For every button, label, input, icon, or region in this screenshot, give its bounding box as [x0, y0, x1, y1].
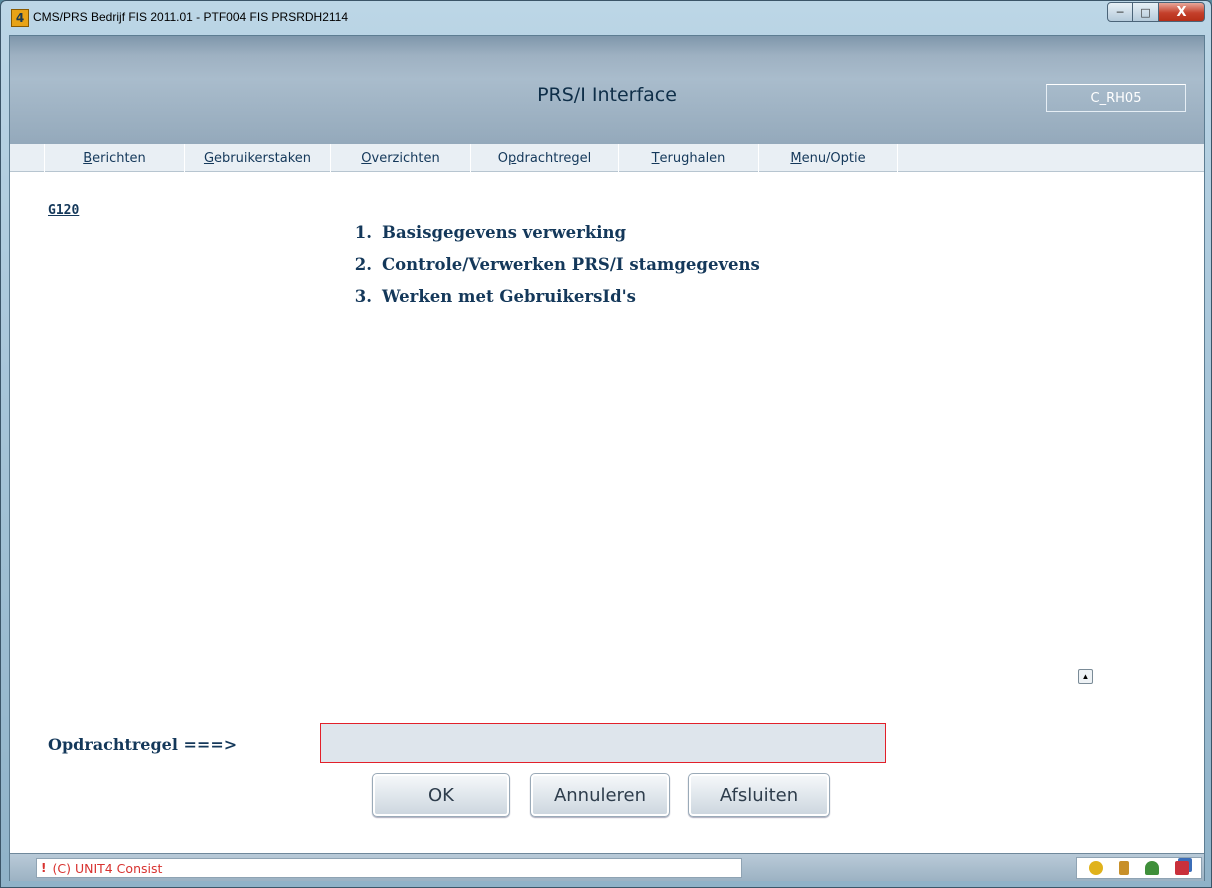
- menu-opdrachtregel[interactable]: Op drachtregel: [470, 144, 618, 172]
- ok-button[interactable]: OK: [372, 773, 510, 817]
- option-label: Controle/Verwerken PRS/I stamgegevens: [382, 255, 760, 274]
- page-title: PRS/I Interface: [537, 84, 677, 106]
- title-bar[interactable]: 4 CMS/PRS Bedrijf FIS 2011.01 - PTF004 F…: [1, 1, 1211, 35]
- command-line-label: Opdrachtregel ===>: [48, 735, 238, 754]
- option-label: Werken met GebruikersId's: [382, 287, 636, 306]
- menu-label-rest: drachtregel: [516, 150, 592, 166]
- header-band: PRS/I Interface C_RH05: [10, 36, 1204, 144]
- option-label: Basisgegevens verwerking: [382, 223, 627, 242]
- status-message: (C) UNIT4 Consist: [52, 860, 163, 876]
- menu-terughalen[interactable]: Terughalen: [618, 144, 758, 172]
- menu-accelerator: G: [203, 150, 215, 166]
- user-icon[interactable]: [1145, 861, 1159, 875]
- status-message-field: ! (C) UNIT4 Consist: [36, 858, 742, 878]
- scroll-up-icon[interactable]: ▲: [1078, 669, 1093, 684]
- menu-overzichten[interactable]: Overzichten: [330, 144, 470, 172]
- menu-label-rest: erichten: [92, 150, 146, 166]
- exit-button[interactable]: Afsluiten: [688, 773, 830, 817]
- menu-gebruikerstaken[interactable]: Gebruikerstaken: [184, 144, 330, 172]
- maximize-button[interactable]: □: [1133, 2, 1159, 22]
- screen-code-field: C_RH05: [1046, 84, 1186, 112]
- menu-label-prefix: O: [497, 150, 508, 166]
- command-line-input[interactable]: [320, 723, 886, 763]
- menu-label-rest: verzichten: [371, 150, 440, 166]
- menu-berichten[interactable]: Berichten: [44, 144, 184, 172]
- menu-label-rest: ebruikerstaken: [214, 150, 312, 166]
- app-logo-icon: 4: [11, 9, 29, 27]
- close-window-button[interactable]: X: [1159, 2, 1205, 22]
- main-content: G120 1. Basisgegevens verwerking 2. Cont…: [10, 173, 1204, 853]
- app-window: 4 CMS/PRS Bedrijf FIS 2011.01 - PTF004 F…: [0, 0, 1212, 888]
- option-list: 1. Basisgegevens verwerking 2. Controle/…: [340, 223, 760, 319]
- menu-label-rest: enu/Optie: [801, 150, 866, 166]
- option-item-gebruikersids[interactable]: 3. Werken met GebruikersId's: [340, 287, 760, 319]
- option-item-basisgegevens[interactable]: 1. Basisgegevens verwerking: [340, 223, 760, 255]
- window-title: CMS/PRS Bedrijf FIS 2011.01 - PTF004 FIS…: [33, 10, 349, 24]
- menu-label-rest: erughalen: [659, 150, 726, 166]
- option-number: 1.: [354, 223, 372, 242]
- pin-icon[interactable]: [1119, 861, 1129, 875]
- menu-bar: Berichten Gebruikerstaken Overzichten Op…: [10, 144, 1204, 172]
- menu-accelerator: B: [83, 150, 93, 166]
- database-icon[interactable]: [1175, 861, 1189, 875]
- client-area: PRS/I Interface C_RH05 Berichten Gebruik…: [9, 35, 1205, 881]
- status-tray: [1076, 857, 1202, 879]
- menu-accelerator: O: [361, 150, 372, 166]
- minimize-button[interactable]: ─: [1107, 2, 1133, 22]
- menu-menu-optie[interactable]: Menu/Optie: [758, 144, 898, 172]
- cancel-button[interactable]: Annuleren: [530, 773, 670, 817]
- menu-accelerator: T: [651, 150, 660, 166]
- menu-accelerator: p: [508, 150, 517, 166]
- option-number: 3.: [354, 287, 372, 306]
- option-number: 2.: [354, 255, 372, 274]
- warning-icon: !: [41, 861, 47, 875]
- window-controls: ─ □ X: [1107, 2, 1205, 22]
- star-icon[interactable]: [1089, 861, 1103, 875]
- option-item-controle[interactable]: 2. Controle/Verwerken PRS/I stamgegevens: [340, 255, 760, 287]
- menu-accelerator: M: [790, 150, 802, 166]
- screen-id-link[interactable]: G120: [48, 203, 79, 218]
- status-bar: ! (C) UNIT4 Consist: [10, 853, 1204, 881]
